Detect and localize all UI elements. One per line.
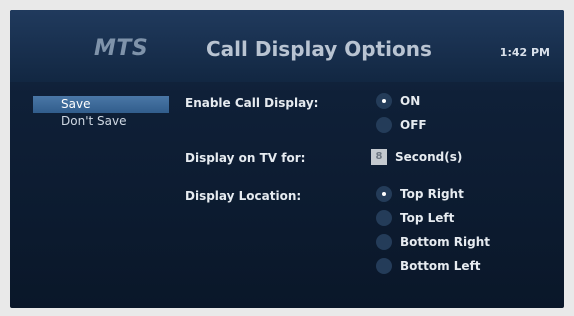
page-title: Call Display Options [206, 37, 432, 61]
radio-unselected-icon [376, 117, 392, 133]
radio-bottom-left-label: Bottom Left [400, 259, 481, 273]
radio-selected-icon [376, 93, 392, 109]
radio-on[interactable]: ON [376, 91, 420, 111]
radio-top-left-label: Top Left [400, 211, 455, 225]
duration-value[interactable]: 8 [371, 149, 387, 165]
radio-top-left[interactable]: Top Left [376, 208, 454, 228]
radio-top-right-label: Top Right [400, 187, 464, 201]
duration-stepper[interactable]: 8 Second(s) [371, 147, 462, 167]
radio-on-label: ON [400, 94, 421, 108]
radio-bottom-right-label: Bottom Right [400, 235, 491, 249]
tv-screen: MTS Call Display Options 1:42 PM Save Do… [10, 10, 564, 308]
dont-save-button[interactable]: Don't Save [33, 113, 169, 130]
save-button[interactable]: Save [33, 96, 169, 113]
radio-bottom-right[interactable]: Bottom Right [376, 232, 490, 252]
clock: 1:42 PM [499, 46, 550, 59]
radio-selected-icon [376, 186, 392, 202]
mts-logo: MTS [94, 36, 149, 61]
radio-unselected-icon [376, 258, 392, 274]
enable-call-display-label: Enable Call Display: [185, 96, 319, 110]
radio-bottom-left[interactable]: Bottom Left [376, 256, 481, 276]
radio-unselected-icon [376, 210, 392, 226]
radio-off-label: OFF [400, 118, 427, 132]
display-on-tv-label: Display on TV for: [185, 151, 306, 165]
duration-unit: Second(s) [395, 150, 463, 164]
display-location-label: Display Location: [185, 189, 302, 203]
radio-off[interactable]: OFF [376, 115, 427, 135]
radio-unselected-icon [376, 234, 392, 250]
radio-top-right[interactable]: Top Right [376, 184, 464, 204]
side-menu: Save Don't Save [33, 96, 169, 130]
header-bar: MTS Call Display Options 1:42 PM [10, 10, 564, 82]
